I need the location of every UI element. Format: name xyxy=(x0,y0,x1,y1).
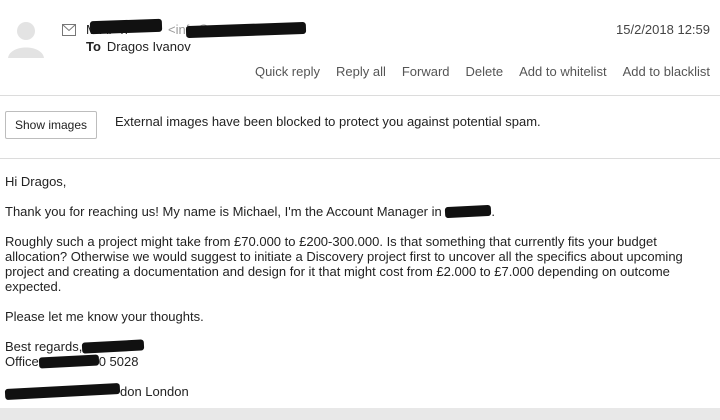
office-phone-tail: 0 5028 xyxy=(98,354,139,369)
blocked-images-banner: Show images External images have been bl… xyxy=(0,95,720,159)
office-line: Office 0 5028 xyxy=(5,354,705,369)
avatar xyxy=(8,22,44,58)
bottom-scroll-area xyxy=(0,408,720,420)
regards-line: Best regards, xyxy=(5,339,705,354)
quick-reply-link[interactable]: Quick reply xyxy=(255,64,320,79)
intro-end: . xyxy=(491,204,495,219)
proposal-paragraph: Roughly such a project might take from £… xyxy=(5,234,683,294)
message-actions: Quick reply Reply all Forward Delete Add… xyxy=(255,64,710,79)
intro-text: Thank you for reaching us! My name is Mi… xyxy=(5,204,442,219)
show-images-button[interactable]: Show images xyxy=(5,111,97,139)
address-line: don London xyxy=(4,382,705,401)
envelope-icon xyxy=(62,24,76,36)
to-label: To xyxy=(86,39,101,54)
blocked-images-message: External images have been blocked to pro… xyxy=(115,114,541,129)
forward-link[interactable]: Forward xyxy=(402,64,450,79)
greeting: Hi Dragos, xyxy=(5,174,67,189)
office-phone-redaction xyxy=(38,354,99,369)
sender-redaction xyxy=(89,18,163,35)
add-to-blacklist-link[interactable]: Add to blacklist xyxy=(623,64,710,79)
address-redaction xyxy=(4,382,121,401)
closing-line: Please let me know your thoughts. xyxy=(5,309,204,324)
recipient-name: Dragos Ivanov xyxy=(106,39,191,54)
message-header: M AP n <info@ > 15/2/2018 12:59 ToDragos… xyxy=(0,0,720,95)
regards-text: Best regards, xyxy=(5,339,83,354)
company-redaction xyxy=(445,204,492,219)
office-label: Office xyxy=(5,354,39,369)
signature-name-redaction xyxy=(82,339,145,354)
address-tail: don London xyxy=(120,384,189,399)
recipient-row: To Dragos Ivanov xyxy=(86,39,191,54)
add-to-whitelist-link[interactable]: Add to whitelist xyxy=(519,64,606,79)
delete-link[interactable]: Delete xyxy=(466,64,504,79)
message-date: 15/2/2018 12:59 xyxy=(616,22,710,37)
intro-paragraph: Thank you for reaching us! My name is Mi… xyxy=(5,204,705,219)
reply-all-link[interactable]: Reply all xyxy=(336,64,386,79)
message-body: Hi Dragos, Thank you for reaching us! My… xyxy=(4,174,705,414)
